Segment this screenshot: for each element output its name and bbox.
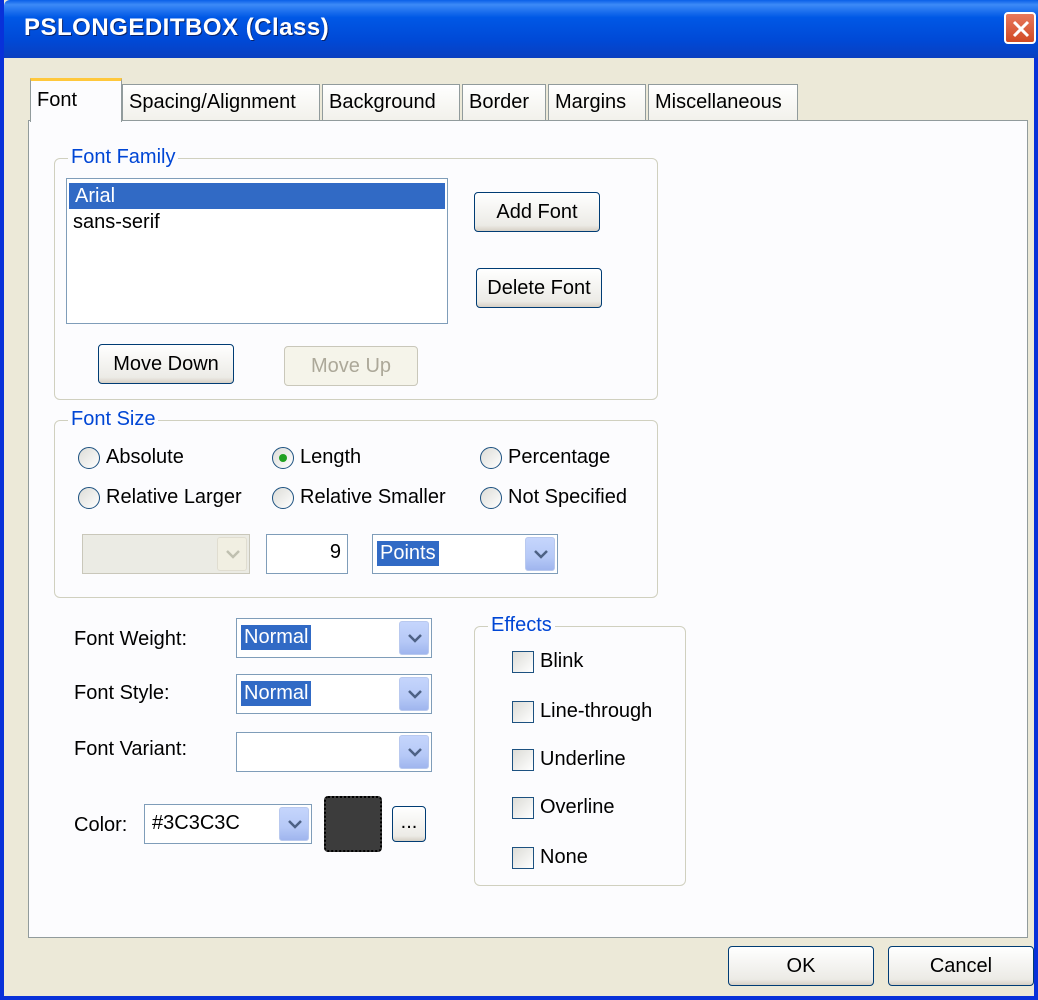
title-bar[interactable]: PSLONGEDITBOX (Class)	[4, 0, 1038, 58]
size-unit-select[interactable]: Points	[372, 534, 558, 574]
radio-percentage-button[interactable]	[480, 446, 502, 469]
list-item[interactable]: Arial	[69, 183, 445, 209]
font-style-select[interactable]: Normal	[236, 674, 432, 714]
color-dropdown[interactable]	[279, 807, 309, 841]
list-item[interactable]: sans-serif	[67, 209, 447, 235]
font-variant-select[interactable]	[236, 732, 432, 772]
font-size-input[interactable]: 9	[266, 534, 348, 574]
close-icon	[1012, 20, 1030, 38]
radio-not-specified[interactable]: Not Specified	[480, 486, 627, 509]
tab-border[interactable]: Border	[462, 84, 546, 120]
radio-relative-smaller[interactable]: Relative Smaller	[272, 486, 446, 509]
color-select[interactable]: #3C3C3C	[144, 804, 312, 844]
radio-length-button[interactable]	[272, 446, 294, 469]
size-unit-value: Points	[377, 541, 439, 566]
font-variant-value	[241, 739, 247, 741]
font-family-list[interactable]: Arial sans-serif	[66, 178, 448, 324]
tab-background-label: Background	[329, 91, 436, 113]
tab-miscellaneous-label: Miscellaneous	[655, 91, 782, 113]
radio-absolute-label: Absolute	[106, 446, 184, 468]
radio-percentage[interactable]: Percentage	[480, 446, 610, 469]
font-variant-dropdown[interactable]	[399, 735, 429, 769]
font-family-group-label: Font Family	[68, 146, 179, 169]
color-swatch[interactable]	[324, 796, 382, 852]
checkbox-blink-label: Blink	[540, 650, 584, 672]
tab-font-label: Font	[37, 89, 78, 111]
delete-font-button[interactable]: Delete Font	[476, 268, 602, 308]
font-style-value: Normal	[241, 681, 312, 706]
checkbox-line-through[interactable]: Line-through	[512, 700, 652, 723]
dialog-window: PSLONGEDITBOX (Class) Font Spacing/Align…	[0, 0, 1038, 1000]
cancel-button[interactable]: Cancel	[888, 946, 1034, 986]
radio-length[interactable]: Length	[272, 446, 361, 469]
chevron-down-icon	[534, 550, 548, 559]
checkbox-underline-label: Underline	[540, 748, 626, 770]
color-picker-button[interactable]: ...	[392, 806, 426, 842]
radio-relative-smaller-button[interactable]	[272, 486, 294, 509]
radio-length-label: Length	[300, 446, 362, 468]
checkbox-none-label: None	[540, 846, 588, 868]
checkbox-none-box[interactable]	[512, 846, 534, 869]
font-weight-value: Normal	[241, 625, 312, 650]
checkbox-line-through-label: Line-through	[540, 700, 653, 722]
font-variant-label: Font Variant:	[74, 738, 188, 760]
checkbox-blink[interactable]: Blink	[512, 650, 583, 673]
font-weight-label: Font Weight:	[74, 628, 188, 650]
add-font-button[interactable]: Add Font	[474, 192, 600, 232]
tab-font[interactable]: Font	[30, 78, 122, 122]
chevron-down-icon	[408, 690, 422, 699]
absolute-size-value	[87, 541, 93, 543]
checkbox-underline-box[interactable]	[512, 748, 534, 771]
checkbox-blink-box[interactable]	[512, 650, 534, 673]
radio-relative-larger-label: Relative Larger	[106, 486, 242, 508]
tab-margins[interactable]: Margins	[548, 84, 646, 120]
checkbox-line-through-box[interactable]	[512, 700, 534, 723]
effects-group-label: Effects	[488, 614, 555, 637]
color-label: Color:	[74, 814, 128, 836]
font-style-dropdown[interactable]	[399, 677, 429, 711]
checkbox-overline[interactable]: Overline	[512, 796, 614, 819]
font-weight-select[interactable]: Normal	[236, 618, 432, 658]
font-weight-dropdown[interactable]	[399, 621, 429, 655]
close-button[interactable]	[1004, 12, 1036, 44]
checkbox-overline-label: Overline	[540, 796, 615, 818]
tab-border-label: Border	[469, 91, 530, 113]
chevron-down-icon	[226, 550, 240, 559]
absolute-size-dropdown[interactable]	[217, 537, 247, 571]
font-style-label: Font Style:	[74, 682, 170, 704]
tab-miscellaneous[interactable]: Miscellaneous	[648, 84, 798, 120]
tab-spacing-alignment[interactable]: Spacing/Alignment	[122, 84, 320, 120]
checkbox-overline-box[interactable]	[512, 796, 534, 819]
size-unit-dropdown[interactable]	[525, 537, 555, 571]
move-down-button[interactable]: Move Down	[98, 344, 234, 384]
ok-button[interactable]: OK	[728, 946, 874, 986]
tab-background[interactable]: Background	[322, 84, 460, 120]
tab-margins-label: Margins	[555, 91, 627, 113]
move-up-button[interactable]: Move Up	[284, 346, 418, 386]
radio-absolute-button[interactable]	[78, 446, 100, 469]
radio-relative-larger-button[interactable]	[78, 486, 100, 509]
color-value: #3C3C3C	[152, 812, 240, 834]
radio-absolute[interactable]: Absolute	[78, 446, 184, 469]
radio-not-specified-label: Not Specified	[508, 486, 627, 508]
radio-relative-smaller-label: Relative Smaller	[300, 486, 446, 508]
absolute-size-select[interactable]	[82, 534, 250, 574]
chevron-down-icon	[408, 634, 422, 643]
chevron-down-icon	[288, 820, 302, 829]
radio-relative-larger[interactable]: Relative Larger	[78, 486, 242, 509]
font-size-group-label: Font Size	[68, 408, 159, 431]
checkbox-none[interactable]: None	[512, 846, 588, 869]
radio-percentage-label: Percentage	[508, 446, 611, 468]
radio-not-specified-button[interactable]	[480, 486, 502, 509]
chevron-down-icon	[408, 748, 422, 757]
checkbox-underline[interactable]: Underline	[512, 748, 626, 771]
window-title: PSLONGEDITBOX (Class)	[24, 14, 330, 41]
tab-spacing-alignment-label: Spacing/Alignment	[129, 91, 296, 113]
